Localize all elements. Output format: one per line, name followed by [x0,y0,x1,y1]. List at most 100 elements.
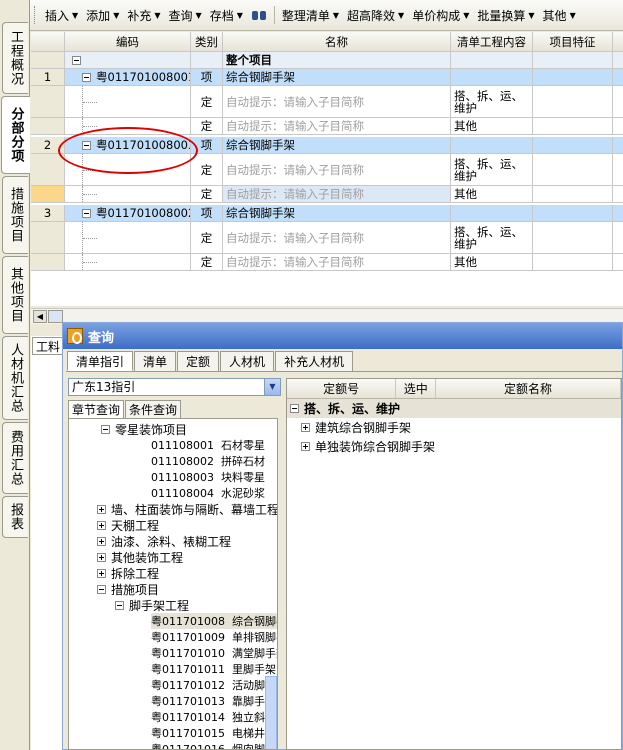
feature-cell[interactable] [533,86,613,118]
quota-group-row[interactable]: 搭、拆、运、维护 [287,399,621,418]
tree-leaf[interactable]: 011108002 拼碎石材 [151,453,265,469]
tree-leaf[interactable]: 粤011701013 靠脚手架 [151,693,276,709]
tab-bill[interactable]: 清单 [134,351,177,371]
tree-node[interactable]: 脚手架工程 [115,597,189,613]
chevron-down-icon[interactable]: ▼ [264,379,280,395]
feature-cell[interactable] [533,205,613,222]
table-row[interactable]: 定 自动提示：请输入子目简称 搭、拆、运、维护 [31,86,623,118]
unit-price-button[interactable]: 单价构成 ▼ [408,7,473,24]
tree-node[interactable]: 其他装饰工程 [97,549,183,565]
tab-labor-material-summary[interactable]: 人材机汇总 [2,336,28,420]
collapse-icon[interactable] [115,600,124,610]
type-cell[interactable]: 定 [191,86,223,118]
collapse-icon[interactable] [82,208,91,218]
feature-cell[interactable] [533,154,613,186]
tab-sub-items[interactable]: 分部分项 [1,96,30,174]
tree-leaf[interactable]: 粤011701015 电梯井脚手架 [151,725,277,741]
code-cell[interactable] [65,254,191,271]
type-cell[interactable]: 项 [191,205,223,222]
expand-icon[interactable] [97,552,106,562]
organize-list-button[interactable]: 整理清单 ▼ [278,7,343,24]
collapse-icon[interactable] [97,584,106,594]
content-cell[interactable]: 其他 [451,254,533,271]
table-row[interactable]: 1 粤011701008001 项 综合钢脚手架 [31,69,623,86]
content-cell[interactable]: 搭、拆、运、维护 [451,154,533,186]
tree-scrollbar-thumb[interactable] [265,676,277,749]
tab-condition-query[interactable]: 条件查询 [125,400,182,418]
tab-supplement-labor-material[interactable]: 补充人材机 [275,351,354,371]
tab-other-items[interactable]: 其他项目 [2,256,28,334]
content-cell[interactable]: 其他 [451,186,533,203]
find-button[interactable] [247,9,271,21]
name-cell[interactable]: 综合钢脚手架 [223,137,451,154]
tree-node[interactable]: 油漆、涂料、裱糊工程 [97,533,231,549]
tree-leaf[interactable]: 粤011701010 满堂脚手架 [151,645,277,661]
tree-leaf[interactable]: 011108001 石材零星 [151,437,265,453]
expand-icon[interactable] [97,520,106,530]
table-row[interactable]: 整个项目 [31,52,623,69]
collapse-icon[interactable] [72,55,81,65]
code-cell[interactable]: 粤011701008002 [65,205,191,222]
feature-cell[interactable] [533,52,613,69]
type-cell[interactable] [191,52,223,69]
guide-select[interactable]: 广东13指引 ▼ [68,378,281,396]
content-cell[interactable] [451,69,533,86]
tree-node[interactable]: 拆除工程 [97,565,159,581]
content-cell[interactable] [451,52,533,69]
name-cell[interactable]: 整个项目 [223,52,451,69]
supplement-button[interactable]: 补充 ▼ [123,7,164,24]
expand-icon[interactable] [301,442,310,451]
tab-labor-material[interactable]: 工料 [32,337,66,355]
other-button[interactable]: 其他 ▼ [539,7,580,24]
content-cell[interactable] [451,205,533,222]
super-height-drop-button[interactable]: 超高降效 ▼ [343,7,408,24]
expand-icon[interactable] [97,536,106,546]
tree-leaf[interactable]: 粤011701014 独立斜道 [151,709,276,725]
tree-node[interactable]: 墙、柱面装饰与隔断、幕墙工程 [97,501,277,517]
code-cell[interactable] [65,222,191,254]
content-cell[interactable]: 搭、拆、运、维护 [451,86,533,118]
expand-icon[interactable] [97,504,106,514]
content-cell[interactable]: 搭、拆、运、维护 [451,222,533,254]
type-cell[interactable]: 定 [191,154,223,186]
header-type[interactable]: 类别 [191,32,223,52]
tab-reports[interactable]: 报表 [2,496,28,538]
expand-icon[interactable] [301,423,310,432]
tree-leaf[interactable]: 粤011701011 里脚手架 [151,661,276,677]
type-cell[interactable]: 定 [191,186,223,203]
insert-button[interactable]: 插入 ▼ [41,7,82,24]
header-quota-name[interactable]: 定额名称 [436,379,621,398]
tree-node[interactable]: 零星装饰项目 [101,421,187,437]
tree-leaf[interactable]: 011108003 块料零星 [151,469,265,485]
name-cell[interactable]: 自动提示：请输入子目简称 [223,118,451,135]
tab-measures[interactable]: 措施项目 [2,176,28,254]
code-cell[interactable]: 粤011701008001 [65,69,191,86]
dialog-title-bar[interactable]: 查询 [63,323,622,349]
name-cell[interactable]: 自动提示：请输入子目简称 [223,222,451,254]
code-cell[interactable] [65,52,191,69]
quota-row[interactable]: 单独装饰综合钢脚手架 [287,437,621,456]
feature-cell[interactable] [533,118,613,135]
tree-leaf[interactable]: 粤011701016 烟囱脚手架 [151,741,277,749]
expand-icon[interactable] [97,568,106,578]
archive-button[interactable]: 存档 ▼ [206,7,247,24]
type-cell[interactable]: 定 [191,118,223,135]
tree-leaf[interactable]: 粤011701012 活动脚手架 [151,677,277,693]
header-selected[interactable]: 选中 [396,379,437,398]
feature-cell[interactable] [533,186,613,203]
content-cell[interactable]: 其他 [451,118,533,135]
table-row[interactable]: 定 自动提示：请输入子目简称 其他 [31,186,623,203]
name-cell[interactable]: 自动提示：请输入子目简称 [223,154,451,186]
type-cell[interactable]: 定 [191,222,223,254]
header-name[interactable]: 名称 [223,32,451,52]
table-row[interactable]: 定 自动提示：请输入子目简称 其他 [31,254,623,271]
header-code[interactable]: 编码 [65,32,191,52]
collapse-icon[interactable] [82,72,91,82]
code-cell[interactable] [65,86,191,118]
header-quota-no[interactable]: 定额号 [287,379,397,398]
scroll-left-icon[interactable]: ◀ [33,310,47,323]
name-cell[interactable]: 自动提示：请输入子目简称 [223,186,451,203]
tab-quota[interactable]: 定额 [177,351,220,371]
type-cell[interactable]: 定 [191,254,223,271]
tree-leaf[interactable]: 011108004 水泥砂浆 [151,485,265,501]
